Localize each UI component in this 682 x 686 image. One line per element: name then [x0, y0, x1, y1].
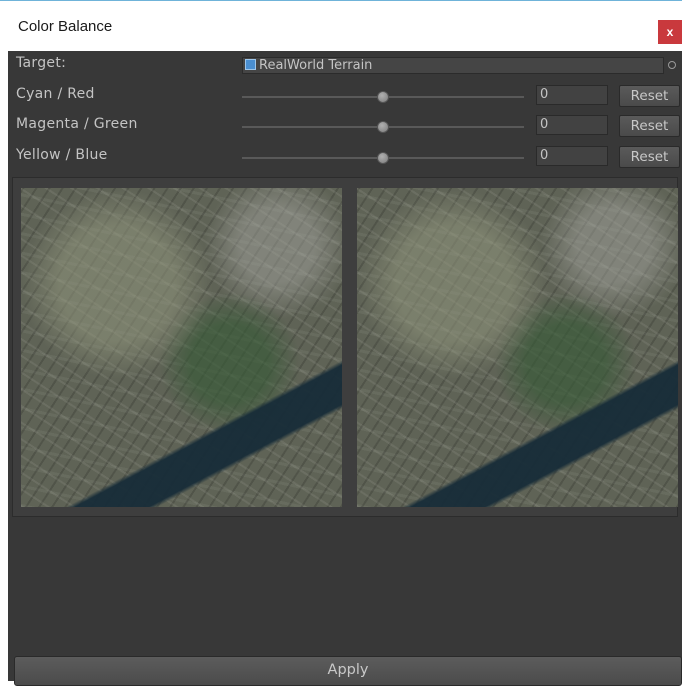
target-value: RealWorld Terrain [259, 58, 373, 73]
target-label: Target: [16, 55, 67, 71]
game-object-icon [245, 59, 256, 70]
close-button[interactable]: x [658, 20, 682, 44]
original-preview-image [21, 188, 342, 507]
target-object-field[interactable]: RealWorld Terrain [242, 57, 664, 74]
window-title: Color Balance [18, 18, 113, 35]
slider-row-yellow-blue: Yellow / Blue 0 Reset [8, 145, 682, 168]
reset-button[interactable]: Reset [619, 115, 680, 137]
slider-label: Cyan / Red [16, 86, 95, 102]
inspector-panel: Target: RealWorld Terrain Cyan / Red 0 R… [8, 51, 682, 686]
object-picker-icon[interactable] [668, 61, 676, 69]
adjusted-preview-image [357, 188, 678, 507]
slider-label: Magenta / Green [16, 116, 138, 132]
slider-label: Yellow / Blue [16, 147, 108, 163]
value-field[interactable]: 0 [536, 146, 608, 166]
reset-button[interactable]: Reset [619, 85, 680, 107]
slider-thumb[interactable] [377, 91, 389, 103]
target-row: Target: RealWorld Terrain [8, 53, 682, 75]
apply-button[interactable]: Apply [14, 656, 682, 686]
reset-button[interactable]: Reset [619, 146, 680, 168]
slider-row-magenta-green: Magenta / Green 0 Reset [8, 114, 682, 137]
title-bar: Color Balance x [0, 1, 682, 49]
color-balance-window: Color Balance x Target: RealWorld Terrai… [0, 0, 682, 686]
slider-thumb[interactable] [377, 121, 389, 133]
value-field[interactable]: 0 [536, 85, 608, 105]
value-field[interactable]: 0 [536, 115, 608, 135]
preview-area [12, 177, 678, 517]
slider-row-cyan-red: Cyan / Red 0 Reset [8, 84, 682, 107]
slider-thumb[interactable] [377, 152, 389, 164]
